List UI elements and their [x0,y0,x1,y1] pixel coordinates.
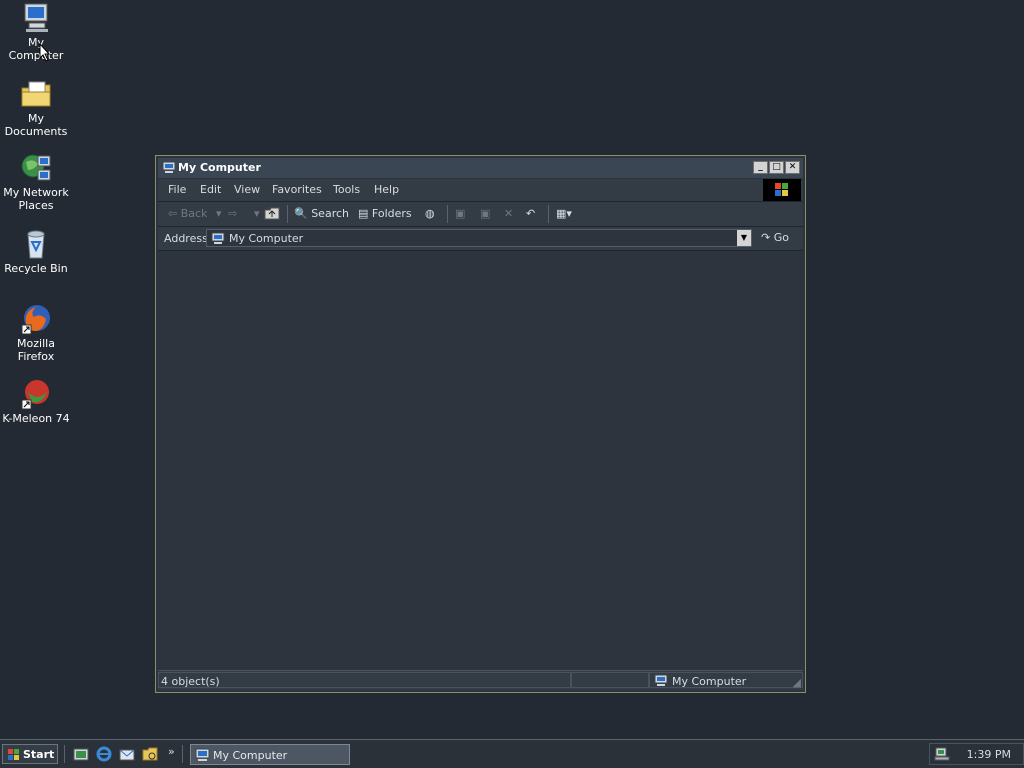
explorer-window: My Computer _ □ ✕ File Edit View Favorit… [155,155,806,693]
address-label: Address [164,232,208,245]
network-status-icon[interactable] [934,746,950,765]
taskbar-button-my-computer[interactable]: My Computer [190,744,350,765]
status-pane-location: My Computer [649,672,803,688]
network-icon [20,152,52,184]
show-desktop-icon[interactable] [73,746,89,762]
taskbar: Start » My Computer 1:39 PM [0,739,1024,768]
views-button[interactable]: ▦▾ [556,207,572,220]
back-label: Back [180,207,208,220]
menu-help[interactable]: Help [374,183,399,196]
windows-explorer-icon[interactable] [142,746,158,762]
delete-icon[interactable]: ✕ [504,207,513,220]
search-label: Search [311,207,349,220]
address-bar: Address My Computer ▼ ↷ Go [158,227,803,251]
status-pane-objects: 4 object(s) [158,672,571,688]
menu-file[interactable]: File [168,183,186,196]
search-button[interactable]: 🔍 Search [294,207,349,220]
folder-content-area[interactable] [158,251,803,670]
forward-dropdown-icon[interactable]: ▾ [254,207,260,220]
standard-toolbar: ⇦ Back ▾ ⇨ ▾ 🔍 Search ▤ Folders ◍ ▣ ▣ ✕ … [158,202,803,227]
taskbar-separator [182,745,183,763]
internet-explorer-icon[interactable] [96,746,112,762]
back-button[interactable]: ⇦ Back [168,207,207,220]
folders-button[interactable]: ▤ Folders [358,207,412,220]
go-button[interactable]: ↷ Go [761,231,789,244]
clock[interactable]: 1:39 PM [967,748,1011,761]
desktop-icon-firefox[interactable]: Mozilla Firefox [0,303,72,363]
taskbar-button-label: My Computer [213,749,288,762]
copy-to-icon[interactable]: ▣ [480,207,490,220]
computer-icon [195,748,211,765]
toolbar-separator [447,205,448,223]
history-button[interactable]: ◍ [425,207,435,220]
mouse-cursor-icon [39,43,51,62]
taskbar-separator [64,745,65,763]
move-to-icon[interactable]: ▣ [455,207,465,220]
firefox-icon [20,303,52,335]
menu-view[interactable]: View [234,183,260,196]
resize-grip-icon[interactable]: ◢ [793,676,801,689]
windows-logo-icon [763,179,801,201]
system-tray: 1:39 PM [929,743,1024,765]
window-title: My Computer [178,161,261,174]
kmeleon-icon [20,378,52,410]
search-icon: 🔍 [294,207,308,220]
desktop-icon-label: Recycle Bin [4,262,68,275]
address-dropdown-button[interactable]: ▼ [737,230,751,246]
computer-icon [211,232,225,248]
forward-arrow-icon[interactable]: ⇨ [228,207,237,220]
desktop-icon-network-places[interactable]: My Network Places [0,152,72,212]
go-arrow-icon: ↷ [761,231,771,244]
go-label: Go [773,231,789,244]
desktop-icon-my-computer[interactable]: My Computer [0,2,72,62]
toolbar-separator [287,205,288,223]
desktop-icon-label: My Documents [4,112,68,138]
minimize-button[interactable]: _ [753,161,768,174]
back-arrow-icon: ⇦ [168,207,178,220]
menu-tools[interactable]: Tools [333,183,360,196]
computer-icon [162,161,176,177]
status-pane-empty [571,672,649,688]
start-button[interactable]: Start [2,744,58,764]
folders-label: Folders [371,207,412,220]
desktop-icon-label: Mozilla Firefox [17,337,55,363]
outlook-express-icon[interactable] [119,746,135,762]
toolbar-separator [548,205,549,223]
menu-bar: File Edit View Favorites Tools Help [158,179,803,202]
history-icon: ◍ [425,207,435,220]
status-object-count: 4 object(s) [161,675,220,688]
desktop-icon-my-documents[interactable]: My Documents [0,78,72,138]
views-dropdown-icon: ▾ [566,207,572,220]
back-dropdown-icon[interactable]: ▾ [216,207,222,220]
computer-icon [20,2,52,34]
desktop-icon-label: My Computer [8,36,64,62]
windows-logo-icon [7,748,21,765]
close-button[interactable]: ✕ [785,161,800,174]
address-value: My Computer [229,232,304,245]
folders-icon: ▤ [358,207,369,220]
undo-icon[interactable]: ↶ [526,207,535,220]
status-bar: 4 object(s) My Computer ◢ [158,670,803,690]
desktop-icon-label: My Network [3,186,69,199]
desktop-icon-recycle-bin[interactable]: Recycle Bin [0,228,72,275]
desktop-icon-label: K-Meleon 74 [2,412,70,425]
folder-documents-icon [20,78,52,110]
menu-edit[interactable]: Edit [200,183,221,196]
start-label: Start [23,748,55,761]
maximize-button[interactable]: □ [769,161,784,174]
computer-icon [654,674,668,690]
up-folder-icon[interactable] [264,207,280,223]
menu-favorites[interactable]: Favorites [272,183,322,196]
views-icon: ▦ [556,207,567,220]
recycle-bin-icon [20,228,52,260]
window-titlebar[interactable]: My Computer _ □ ✕ [158,158,803,178]
address-field[interactable]: My Computer ▼ [206,229,752,247]
desktop-icon-label-line2: Places [18,199,54,212]
quicklaunch-overflow-button[interactable]: » [168,745,175,758]
desktop-icon-kmeleon[interactable]: K-Meleon 74 [0,378,72,425]
status-location: My Computer [672,675,747,688]
